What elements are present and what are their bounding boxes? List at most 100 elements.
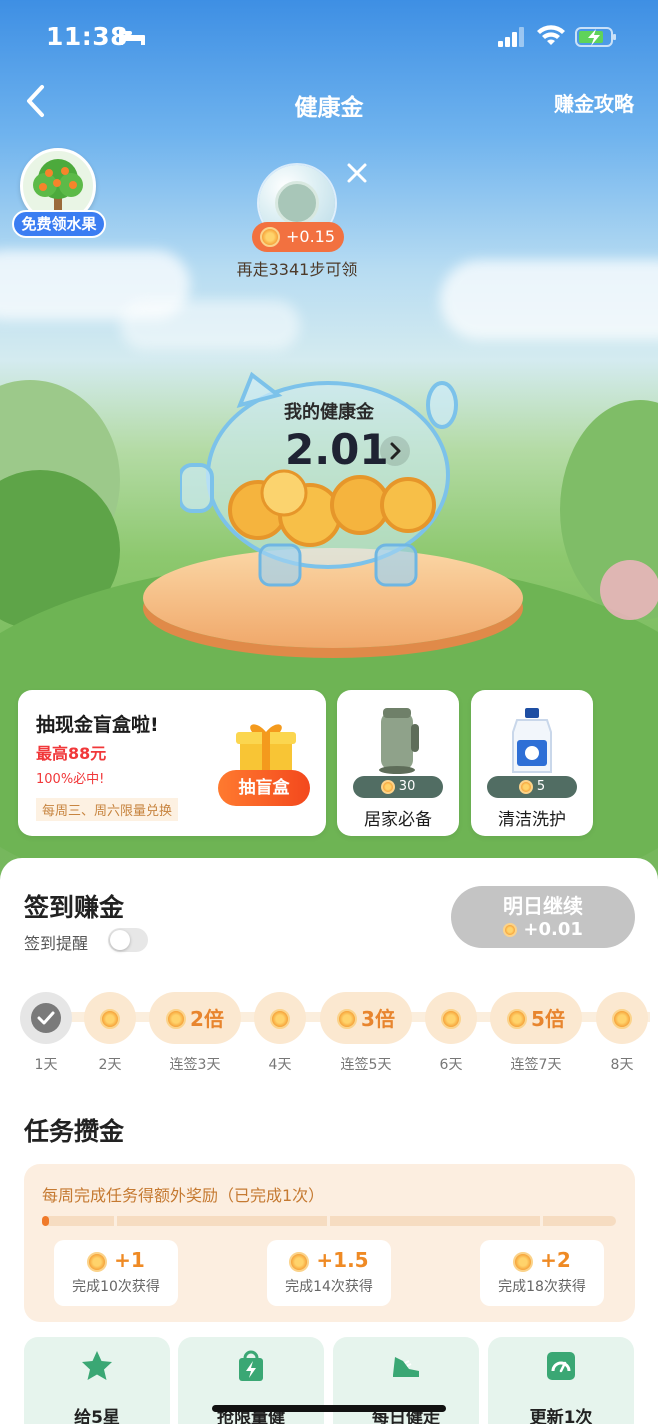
coin-icon [380,779,395,794]
signin-day-label: 6天 [439,1057,463,1073]
product-card-home[interactable]: 30 居家必备 [337,690,459,836]
signin-day-7: 5倍 [490,992,582,1044]
signin-remind-toggle[interactable] [108,928,148,952]
continue-label: 明日继续 [503,894,583,918]
weekly-progress-bar [44,1216,616,1226]
signin-day-label: 连签3天 [169,1057,221,1073]
weekly-title: 每周完成任务得额外奖励（已完成1次） [42,1186,325,1205]
coin-icon [270,1008,290,1029]
earn-guide-link[interactable]: 赚金攻略 [554,88,634,117]
coin-icon [337,1008,358,1029]
step-caption: 再走3341步可领 [236,260,358,279]
reward-desc: 完成14次获得 [285,1279,373,1295]
price-value: 30 [398,779,416,794]
tasks-title: 任务攒金 [24,1117,125,1146]
weekly-reward-2: +1.5 完成14次获得 [267,1240,391,1306]
reward-desc: 完成10次获得 [72,1279,160,1295]
signin-day-label: 4天 [268,1057,292,1073]
coin-icon [289,1251,310,1272]
free-fruit-tag[interactable]: 免费领水果 [12,210,106,238]
status-time: 11:38 [46,22,129,51]
chevron-right-icon[interactable] [380,436,410,466]
leaf-coin-icon [275,181,319,225]
shoe-icon [393,1357,419,1377]
reward-value: +1.5 [316,1248,369,1272]
signin-title: 签到赚金 [24,893,125,922]
wifi-icon [537,25,565,45]
coin-icon [518,779,533,794]
lightning-bag-icon [239,1350,263,1381]
signin-day-3: 2倍 [149,992,241,1044]
signin-multiplier: 3倍 [361,1006,395,1031]
product-label: 清洁洗护 [498,810,566,830]
cellular-signal-icon [498,27,524,47]
progress-divider [327,1216,330,1226]
blind-box-title: 抽现金盲盒啦! [36,714,159,736]
weekly-reward-3: +2 完成18次获得 [480,1240,604,1306]
piggy-title: 我的健康金 [284,402,374,423]
check-icon [31,1003,61,1033]
task-label: 更新1次 [529,1408,593,1424]
product-card-cleaning[interactable]: 5 清洁洗护 [471,690,593,836]
kettle-icon [379,708,419,774]
close-icon[interactable] [346,162,368,184]
weekly-progress-fill [42,1216,49,1226]
signin-day-2 [84,992,136,1044]
coin-icon [100,1008,120,1029]
battery-charging-icon [575,27,616,47]
reward-value: +2 [540,1248,571,1272]
toggle-knob [110,930,130,950]
coin-icon [87,1251,108,1272]
reward-value: +1 [114,1248,145,1272]
coin-icon [503,923,518,937]
coin-icon [260,227,280,247]
continue-reward: +0.01 [451,919,635,940]
weekly-reward-card: 每周完成任务得额外奖励（已完成1次） +1 完成10次获得 +1.5 完成14次… [24,1164,635,1322]
signin-day-4 [254,992,306,1044]
gift-box-icon [236,724,296,774]
product-label: 居家必备 [364,810,432,830]
coin-icon [166,1008,187,1029]
signin-remind-label: 签到提醒 [24,934,89,953]
progress-divider [540,1216,543,1226]
task-label: 给5星 [74,1408,120,1424]
signin-day-6 [425,992,477,1044]
signin-day-8 [596,992,648,1044]
signin-day-label: 连签7天 [510,1057,562,1073]
task-update-once[interactable]: 更新1次 [488,1337,634,1424]
blind-box-note: 每周三、周六限量兑换 [36,798,179,821]
gauge-icon [547,1352,575,1380]
step-reward-pill: +0.15 [252,222,344,252]
signin-day-label: 8天 [610,1057,634,1073]
signin-multiplier: 2倍 [190,1006,224,1031]
price-value: 5 [536,779,546,794]
home-indicator[interactable] [212,1405,446,1412]
reward-desc: 完成18次获得 [498,1279,586,1295]
signin-day-5: 3倍 [320,992,412,1044]
coin-icon [507,1008,528,1029]
price-badge: 5 [487,776,577,798]
signin-day-label: 1天 [34,1057,58,1073]
nav-bar: 健康金 赚金攻略 [0,78,658,124]
star-icon [82,1351,112,1380]
blind-box-card[interactable]: 抽现金盲盒啦! 最高88元 100%必中! 每周三、周六限量兑换 抽盲盒 [18,690,326,836]
signin-day-label: 2天 [98,1057,122,1073]
status-bar: 11:38 [0,0,658,72]
task-rate-5-stars[interactable]: 给5星 [24,1337,170,1424]
price-badge: 30 [353,776,443,798]
coin-icon [441,1008,461,1029]
detergent-bottle-icon [512,708,552,773]
signin-multiplier: 5倍 [531,1006,565,1031]
coin-icon [513,1251,534,1272]
blind-box-sure: 100%必中! [36,772,105,787]
continue-tomorrow-button[interactable]: 明日继续 +0.01 [451,886,635,948]
health-gold-balance[interactable]: 2.01 [285,425,389,474]
signin-day-label: 连签5天 [340,1057,392,1073]
progress-divider [114,1216,117,1226]
blind-box-amount: 最高88元 [36,744,107,763]
signin-day-1 [20,992,72,1044]
continue-reward-value: +0.01 [523,919,583,940]
coin-icon [612,1008,632,1029]
sleep-bed-icon [119,30,145,45]
open-blind-box-button[interactable]: 抽盲盒 [218,770,310,806]
